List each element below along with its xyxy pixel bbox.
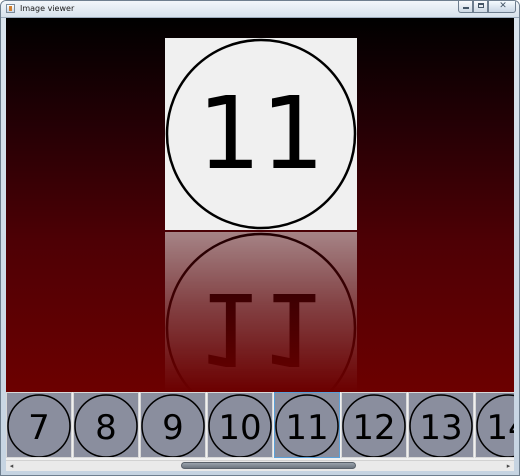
thumbnail-label: 12 <box>352 408 395 448</box>
thumbnail-label: 8 <box>95 408 117 448</box>
thumbnail-graphic: 9 <box>141 394 205 457</box>
maximize-icon <box>478 3 484 8</box>
window-title: Image viewer <box>20 4 75 13</box>
main-image-graphic: 11 <box>165 38 357 230</box>
scroll-left-arrow-icon[interactable]: ◂ <box>6 461 17 471</box>
thumbnail-8[interactable]: 8 <box>73 392 139 458</box>
horizontal-scrollbar[interactable]: ◂ ▸ <box>6 460 514 471</box>
thumbnail-14[interactable]: 14 <box>475 392 514 458</box>
thumbnail-graphic: 11 <box>275 394 339 457</box>
image-viewer-window: Image viewer ✕ 11 11 7 8 9 10 11 12 13 1… <box>0 0 520 476</box>
minimize-icon <box>463 7 469 9</box>
thumbnail-graphic: 10 <box>208 394 272 457</box>
close-button[interactable]: ✕ <box>488 1 516 13</box>
main-image-number: 11 <box>197 75 324 192</box>
thumbnail-label: 11 <box>285 408 328 448</box>
thumbnail-graphic: 14 <box>476 394 514 457</box>
thumbnail-strip: 7 8 9 10 11 12 13 1 <box>6 392 514 460</box>
thumbnail-label: 14 <box>486 408 514 448</box>
thumbnail-11-selected[interactable]: 11 <box>274 392 340 458</box>
main-image-reflection: 11 <box>165 232 357 392</box>
main-image: 11 <box>165 38 357 230</box>
maximize-button[interactable] <box>473 1 488 13</box>
thumbnail-12[interactable]: 12 <box>341 392 407 458</box>
minimize-button[interactable] <box>458 1 473 13</box>
thumbnail-9[interactable]: 9 <box>140 392 206 458</box>
java-app-icon <box>6 4 15 13</box>
scroll-right-arrow-icon[interactable]: ▸ <box>503 461 514 471</box>
thumbnail-7[interactable]: 7 <box>6 392 72 458</box>
thumbnail-label: 9 <box>162 408 184 448</box>
reflection-graphic: 11 <box>165 232 357 392</box>
close-icon: ✕ <box>499 1 507 11</box>
title-bar[interactable]: Image viewer ✕ <box>1 1 519 18</box>
thumbnail-10[interactable]: 10 <box>207 392 273 458</box>
thumbnail-label: 7 <box>28 408 50 448</box>
reflection-number: 11 <box>197 270 324 387</box>
image-display-area: 11 11 <box>6 18 514 392</box>
thumbnail-graphic: 8 <box>74 394 138 457</box>
thumbnail-graphic: 13 <box>409 394 473 457</box>
thumbnail-label: 13 <box>419 408 462 448</box>
thumbnail-13[interactable]: 13 <box>408 392 474 458</box>
thumbnail-graphic: 7 <box>7 394 71 457</box>
thumbnail-label: 10 <box>218 408 261 448</box>
thumbnail-graphic: 12 <box>342 394 406 457</box>
scrollbar-thumb[interactable] <box>181 462 356 469</box>
